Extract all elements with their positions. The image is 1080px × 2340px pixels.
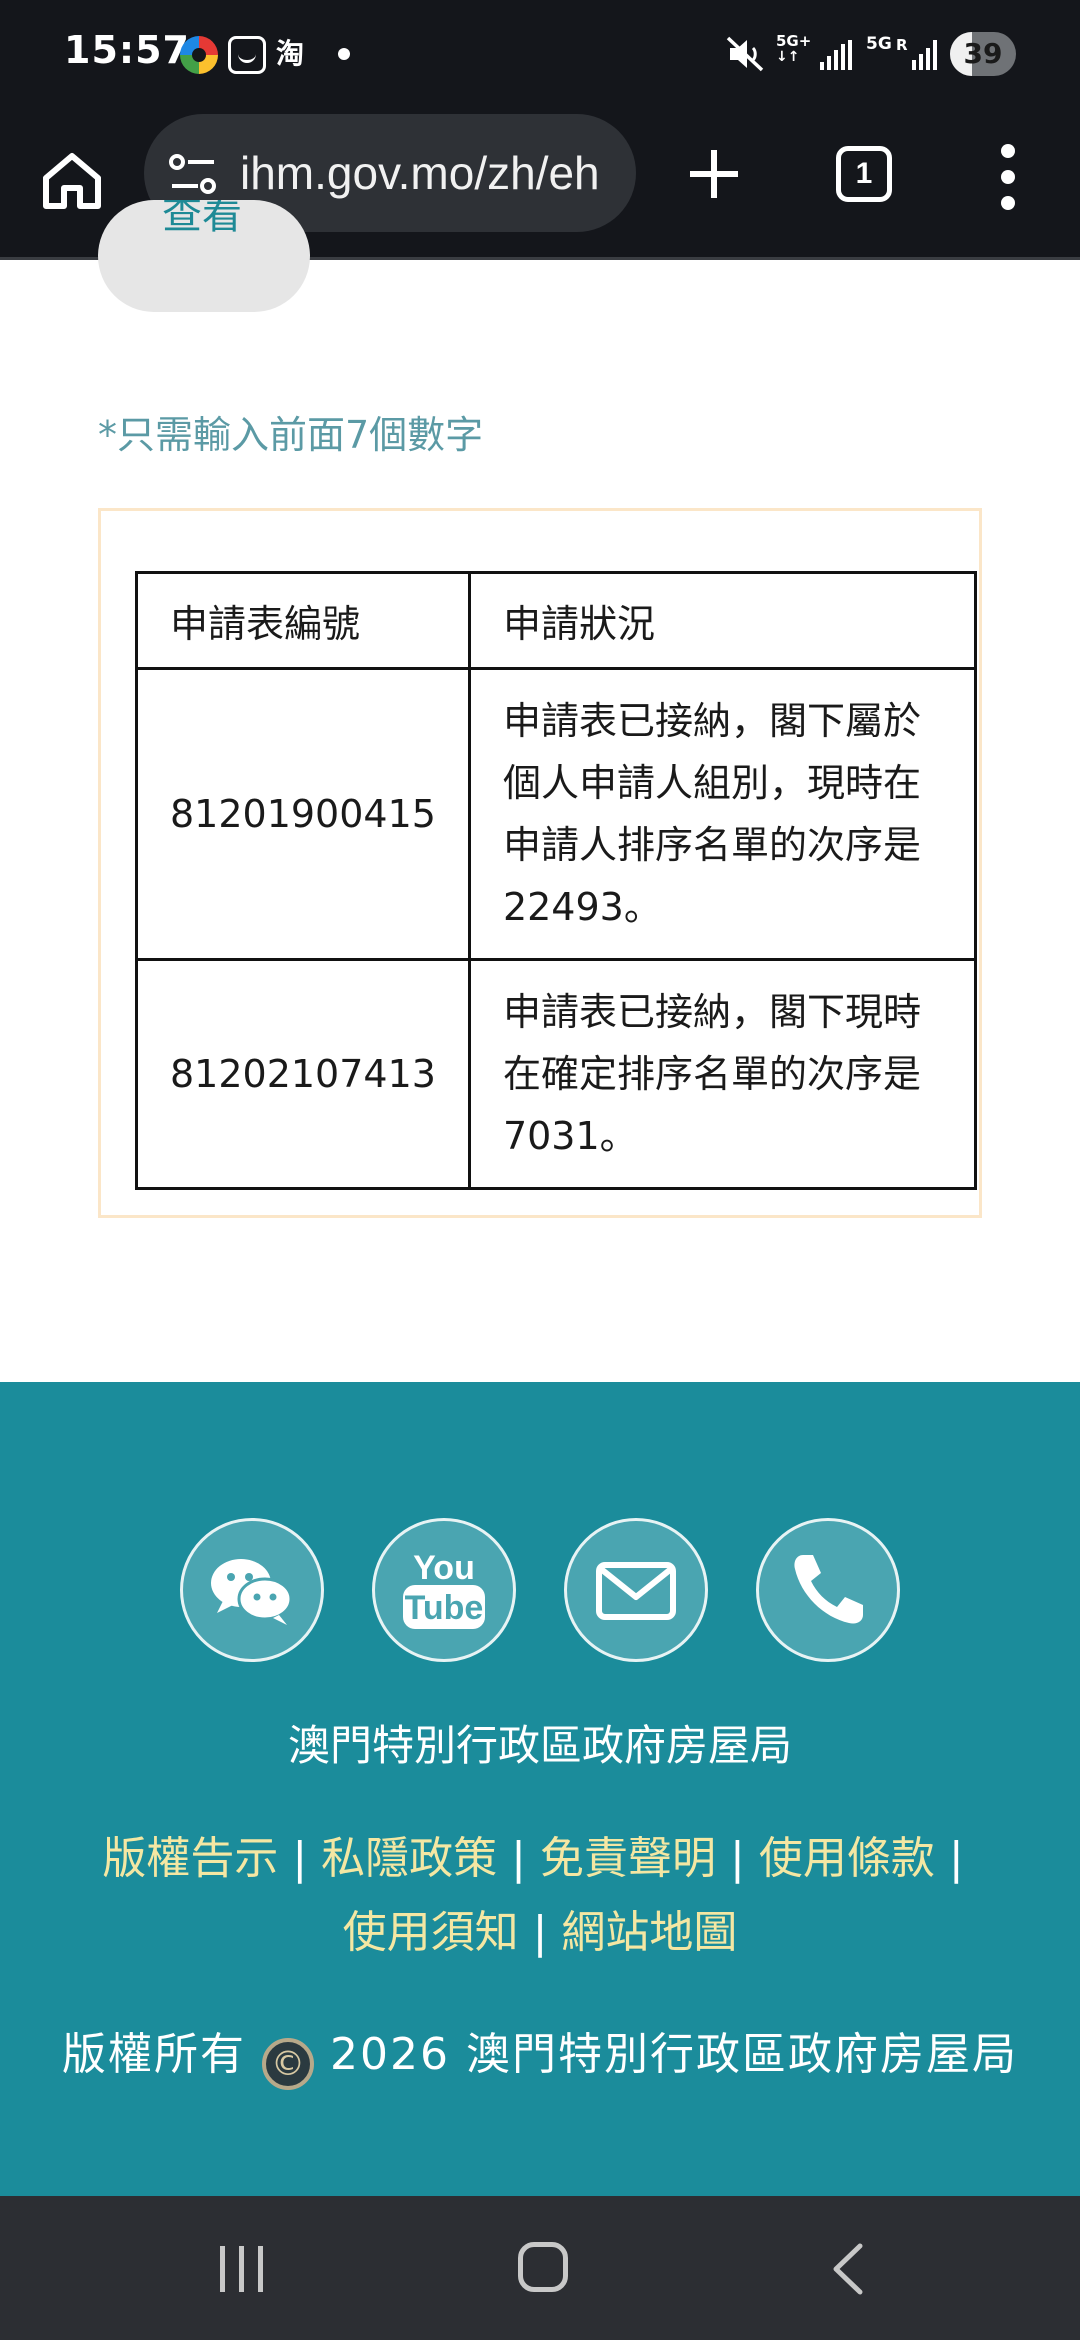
view-button[interactable]: 查看 xyxy=(98,200,310,312)
battery-level: 39 xyxy=(963,37,1003,70)
network-type-label: 5G+ ↓↑ xyxy=(776,32,812,65)
wechat-icon xyxy=(211,1559,293,1625)
table-header-row: 申請表編號 申請狀況 xyxy=(135,571,978,670)
table-row: 81201900415 申請表已接納，閣下屬於個人申請人組別，現時在申請人排序名… xyxy=(135,667,978,961)
link-privacy-policy[interactable]: 私隱政策 xyxy=(321,1833,497,1884)
tab-switcher-icon[interactable]: 1 xyxy=(836,146,892,202)
link-usage-notice[interactable]: 使用須知 xyxy=(343,1907,519,1958)
link-separator: | xyxy=(292,1833,308,1884)
footer-links: 版權告示 | 私隱政策 | 免責聲明 | 使用條款 | 使用須知 | 網站地圖 xyxy=(70,1822,1010,1970)
home-nav-icon[interactable] xyxy=(518,2242,568,2292)
application-number: 81201900415 xyxy=(135,667,471,961)
status-time: 15:57 xyxy=(64,28,190,72)
column-header-application-status: 申請狀況 xyxy=(467,571,978,670)
app-notification-icon xyxy=(180,36,218,74)
signal-strength-icon xyxy=(820,40,854,70)
youtube-button[interactable]: You Tube xyxy=(372,1518,516,1662)
more-notifications-dot xyxy=(338,48,350,60)
home-icon[interactable] xyxy=(36,144,108,216)
table-row: 81202107413 申請表已接納，閣下現時在確定排序名單的次序是7031。 xyxy=(135,958,978,1190)
application-number: 81202107413 xyxy=(135,958,471,1190)
youtube-tube-text: Tube xyxy=(405,1589,484,1627)
view-button-label: 查看 xyxy=(162,200,242,238)
application-status: 申請表已接納，閣下現時在確定排序名單的次序是7031。 xyxy=(467,958,978,1190)
shopping-bag-icon xyxy=(228,36,266,74)
network-type-5gplus: 5G+ xyxy=(776,32,812,50)
taobao-icon: 淘 xyxy=(276,37,305,70)
site-footer: You Tube 澳門特別行政區政府房屋局 版權告示 | 私隱政策 | 免責聲明 | 使用條… xyxy=(0,1382,1080,2196)
column-header-application-number: 申請表編號 xyxy=(135,571,471,670)
youtube-you-text: You xyxy=(413,1549,475,1587)
phone-button[interactable] xyxy=(756,1518,900,1662)
link-separator: | xyxy=(532,1907,548,1958)
wechat-button[interactable] xyxy=(180,1518,324,1662)
back-icon[interactable] xyxy=(824,2240,874,2298)
mail-icon xyxy=(596,1562,676,1620)
copyright-suffix: 2026 澳門特別行政區政府房屋局 xyxy=(330,2029,1018,2080)
network-type-5g: 5G xyxy=(866,34,892,54)
phone-icon xyxy=(794,1555,863,1624)
input-hint: *只需輸入前面7個數字 xyxy=(98,413,484,457)
copyright-notice: 版權所有 © 2026 澳門特別行政區政府房屋局 xyxy=(0,2018,1080,2090)
link-separator: | xyxy=(730,1833,745,1884)
mute-icon xyxy=(726,36,764,72)
copyright-prefix: 版權所有 xyxy=(62,2029,247,2080)
battery-indicator: 39 xyxy=(950,32,1016,76)
site-settings-icon[interactable] xyxy=(168,152,218,196)
link-sitemap[interactable]: 網站地圖 xyxy=(561,1907,737,1958)
link-disclaimer[interactable]: 免責聲明 xyxy=(540,1833,716,1884)
roaming-label: R xyxy=(896,36,908,54)
link-terms-of-use[interactable]: 使用條款 xyxy=(759,1833,935,1884)
roaming-signal-icon: R xyxy=(896,36,938,70)
more-menu-icon[interactable] xyxy=(990,144,1026,210)
application-status-table: 申請表編號 申請狀況 81201900415 申請表已接納，閣下屬於個人申請人組… xyxy=(135,571,978,1190)
result-panel: 申請表編號 申請狀況 81201900415 申請表已接納，閣下屬於個人申請人組… xyxy=(98,508,982,1218)
recent-apps-icon[interactable] xyxy=(218,2246,266,2294)
youtube-icon: You Tube xyxy=(403,1549,485,1629)
link-separator: | xyxy=(948,1833,964,1884)
new-tab-icon[interactable] xyxy=(678,138,750,210)
url-text[interactable]: ihm.gov.mo/zh/eh xyxy=(240,146,600,200)
link-copyright-notice[interactable]: 版權告示 xyxy=(102,1833,278,1884)
mail-button[interactable] xyxy=(564,1518,708,1662)
system-navigation-bar xyxy=(0,2196,1080,2340)
application-status: 申請表已接納，閣下屬於個人申請人組別，現時在申請人排序名單的次序是22493。 xyxy=(467,667,978,961)
status-bar: 15:57 淘 5G+ ↓↑ 5G R 39 xyxy=(0,0,1080,108)
department-name: 澳門特別行政區政府房屋局 xyxy=(287,1721,792,1770)
link-separator: | xyxy=(511,1833,526,1884)
copyright-icon: © xyxy=(262,2038,315,2090)
